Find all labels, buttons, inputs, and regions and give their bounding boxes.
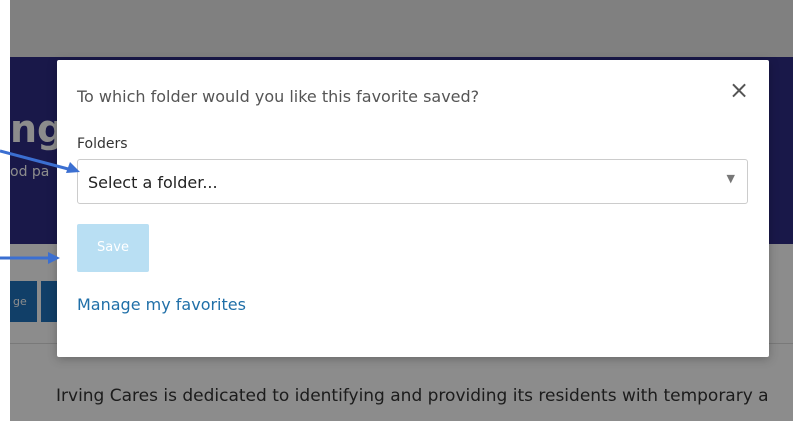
dialog-title: To which folder would you like this favo… — [77, 87, 480, 106]
left-gutter — [0, 0, 10, 421]
folder-select[interactable]: Select a folder... ▼ — [77, 159, 748, 204]
chevron-down-icon: ▼ — [726, 172, 735, 185]
manage-favorites-link[interactable]: Manage my favorites — [77, 295, 246, 314]
save-button[interactable]: Save — [77, 224, 149, 272]
folder-select-value: Select a folder... — [88, 173, 218, 192]
save-favorite-dialog: To which folder would you like this favo… — [57, 60, 769, 357]
close-icon[interactable]: × — [726, 77, 752, 103]
folders-label: Folders — [77, 136, 128, 152]
